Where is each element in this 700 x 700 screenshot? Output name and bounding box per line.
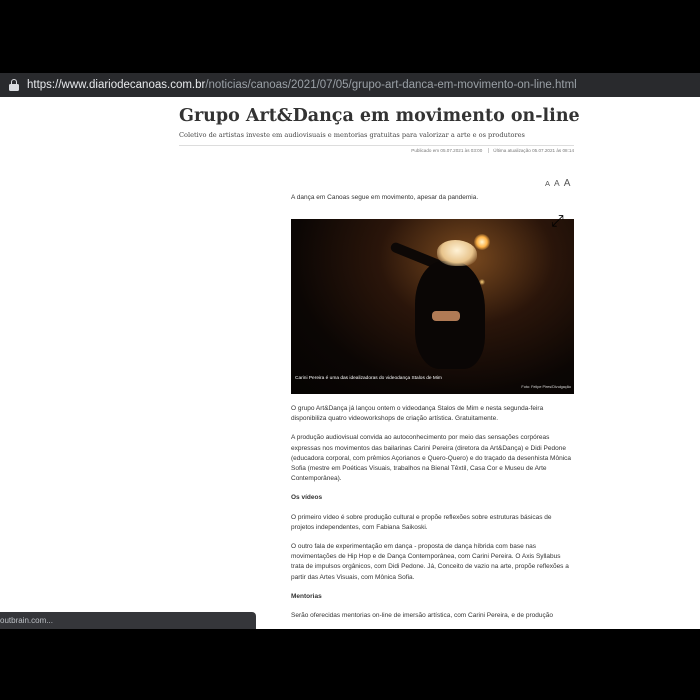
header-divider bbox=[179, 145, 574, 146]
updated-date: Última atualização 05.07.2021 às 08:14 bbox=[488, 148, 574, 153]
article-paragraph: Serão oferecidas mentorias on-line de im… bbox=[291, 612, 553, 620]
article-body: A dança em Canoas segue em movimento, ap… bbox=[291, 193, 574, 629]
article-paragraph: O grupo Art&Dança já lançou ontem o vide… bbox=[291, 405, 544, 423]
font-size-small-button[interactable]: A bbox=[545, 179, 550, 188]
section-heading-videos: Os vídeos bbox=[291, 494, 323, 502]
lock-icon[interactable] bbox=[9, 79, 19, 91]
font-size-medium-button[interactable]: A bbox=[554, 178, 560, 188]
article-lead: A dança em Canoas segue em movimento, ap… bbox=[291, 194, 479, 201]
dancer-hair bbox=[437, 240, 477, 266]
url-host: https://www.diariodecanoas.com.br bbox=[27, 79, 206, 91]
font-size-large-button[interactable]: A bbox=[564, 178, 571, 189]
article-meta: Publicado em 05.07.2021 às 03:00 Última a… bbox=[411, 148, 574, 153]
published-date: Publicado em 05.07.2021 às 03:00 bbox=[411, 148, 483, 153]
image-caption: Carini Pereira é uma das idealizadoras d… bbox=[295, 376, 442, 381]
article-paragraph: O outro fala de experimentação em dança … bbox=[291, 543, 569, 581]
stage-light bbox=[474, 234, 490, 250]
font-size-controls: AAA bbox=[545, 173, 574, 191]
article-paragraph: O primeiro vídeo é sobre produção cultur… bbox=[291, 513, 552, 531]
address-bar[interactable]: https://www.diariodecanoas.com.br/notici… bbox=[0, 73, 700, 97]
article-subtitle: Coletivo de artistas investe em audiovis… bbox=[179, 131, 525, 139]
expand-image-icon[interactable]: ⤢ bbox=[551, 213, 564, 231]
dancer-waist bbox=[432, 311, 460, 321]
article-page: Grupo Art&Dança em movimento on-line Col… bbox=[0, 97, 700, 629]
section-heading-mentorias: Mentorias bbox=[291, 592, 322, 600]
article-paragraph: A produção audiovisual convida ao autoco… bbox=[291, 434, 572, 483]
image-credit: Foto: Felipe Pires/Divulgação bbox=[521, 385, 571, 389]
article-title: Grupo Art&Dança em movimento on-line bbox=[179, 106, 580, 126]
status-bar: outbrain.com... bbox=[0, 612, 256, 629]
status-text: outbrain.com... bbox=[0, 616, 53, 625]
article-image[interactable]: Carini Pereira é uma das idealizadoras d… bbox=[291, 219, 574, 394]
url-path: /noticias/canoas/2021/07/05/grupo-art-da… bbox=[205, 79, 577, 91]
